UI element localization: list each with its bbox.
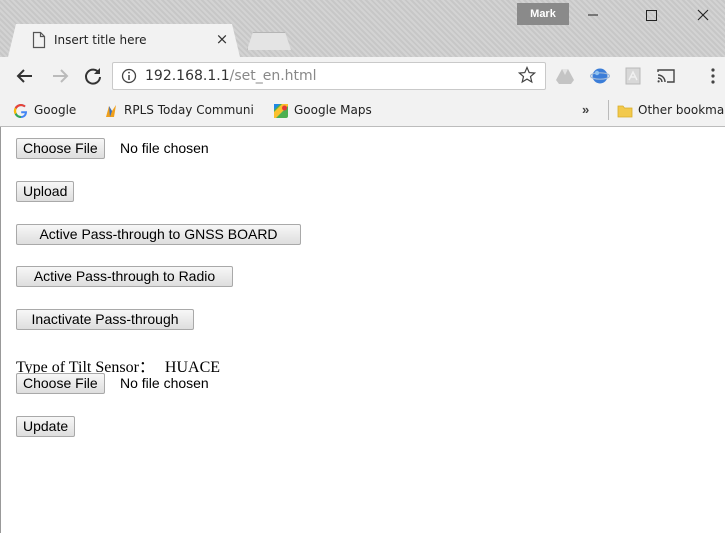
- window-titlebar: Insert title here × Mark: [0, 0, 725, 57]
- minimize-icon[interactable]: [570, 0, 616, 30]
- profile-badge[interactable]: Mark: [517, 3, 569, 25]
- page-content: Choose File No file chosen Upload Active…: [0, 127, 725, 533]
- pass-through-radio-button[interactable]: Active Pass-through to Radio: [16, 266, 233, 287]
- browser-toolbar: 192.168.1.1/set_en.html: [0, 57, 725, 95]
- other-bookmarks[interactable]: Other bookmarks: [617, 102, 725, 120]
- google-icon: [13, 104, 28, 119]
- bookmarks-separator: [608, 100, 609, 120]
- bookmark-google[interactable]: Google: [13, 102, 93, 120]
- bookmark-rpls[interactable]: RPLS Today Communi: [103, 102, 263, 120]
- back-arrow-icon[interactable]: [14, 65, 36, 87]
- page-icon: [32, 31, 46, 49]
- cast-icon[interactable]: [656, 66, 676, 86]
- choose-file-button-2[interactable]: Choose File: [16, 373, 105, 394]
- folder-icon: [617, 105, 633, 118]
- url-text: 192.168.1.1/set_en.html: [145, 68, 317, 84]
- bookmark-star-icon[interactable]: [518, 66, 536, 84]
- browser-tab[interactable]: Insert title here ×: [8, 24, 240, 57]
- file-status-1: No file chosen: [120, 140, 209, 156]
- bookmark-label: RPLS Today Communi: [124, 103, 254, 117]
- rpls-icon: [106, 105, 116, 117]
- forward-arrow-icon[interactable]: [49, 65, 71, 87]
- address-bar[interactable]: 192.168.1.1/set_en.html: [112, 62, 546, 90]
- pass-through-gnss-button[interactable]: Active Pass-through to GNSS BOARD: [16, 224, 301, 245]
- tab-close-icon[interactable]: ×: [215, 32, 229, 47]
- choose-file-button-1[interactable]: Choose File: [16, 138, 105, 159]
- reload-icon[interactable]: [82, 65, 104, 87]
- bookmark-label: Google: [34, 103, 77, 117]
- globe-extension-icon[interactable]: [590, 66, 610, 86]
- maximize-icon[interactable]: [628, 0, 674, 30]
- bookmarks-overflow-button[interactable]: »: [582, 102, 589, 117]
- bookmarks-bar: Google RPLS Today Communi Google Maps » …: [0, 95, 725, 127]
- info-icon[interactable]: [121, 68, 137, 84]
- bookmark-label: Other bookmarks: [638, 103, 725, 117]
- window-close-icon[interactable]: [680, 0, 725, 30]
- tab-title: Insert title here: [54, 33, 147, 47]
- file-status-2: No file chosen: [120, 375, 209, 391]
- drive-extension-icon[interactable]: [555, 66, 575, 86]
- new-tab-button[interactable]: [247, 32, 291, 50]
- upload-button[interactable]: Upload: [16, 181, 75, 202]
- browser-menu-icon[interactable]: [703, 66, 723, 86]
- bookmark-google-maps[interactable]: Google Maps: [273, 102, 393, 120]
- update-button[interactable]: Update: [16, 416, 76, 437]
- pdf-extension-icon[interactable]: [623, 66, 643, 86]
- url-host: 192.168.1.1: [145, 68, 230, 84]
- bookmark-label: Google Maps: [294, 103, 372, 117]
- maps-icon: [274, 104, 288, 118]
- inactivate-pass-through-button[interactable]: Inactivate Pass-through: [16, 309, 194, 330]
- url-path: /set_en.html: [229, 68, 317, 84]
